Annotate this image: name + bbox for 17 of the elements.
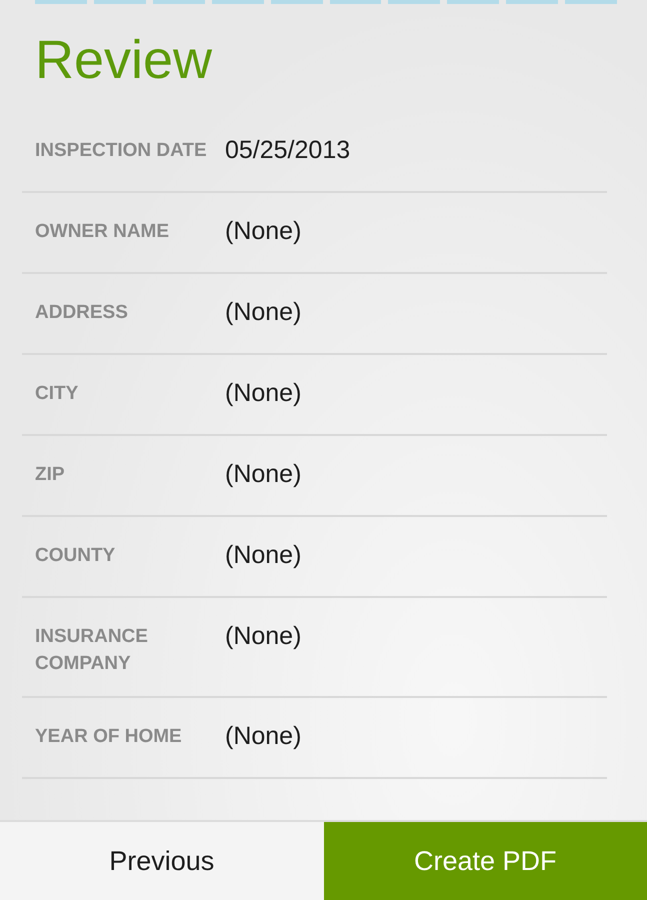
- page-title: Review: [35, 30, 214, 90]
- field-value: (None): [225, 461, 302, 488]
- field-label: COUNTY: [35, 544, 116, 568]
- field-value: (None): [225, 623, 302, 650]
- field-label: YEAR OF HOME: [35, 725, 183, 749]
- field-label: OWNER NAME: [35, 220, 170, 244]
- field-label: CITY: [35, 382, 80, 406]
- field-value: (None): [225, 723, 302, 750]
- field-label: INSURANCE COMPANY: [35, 625, 149, 676]
- field-value: 05/25/2013: [225, 137, 350, 164]
- field-label: INSPECTION DATE: [35, 139, 208, 163]
- field-value: (None): [225, 218, 302, 245]
- field-value: (None): [225, 380, 302, 407]
- field-value: (None): [225, 299, 302, 326]
- field-value: (None): [225, 542, 302, 569]
- field-label: ADDRESS: [35, 301, 129, 325]
- field-label: ZIP: [35, 463, 66, 487]
